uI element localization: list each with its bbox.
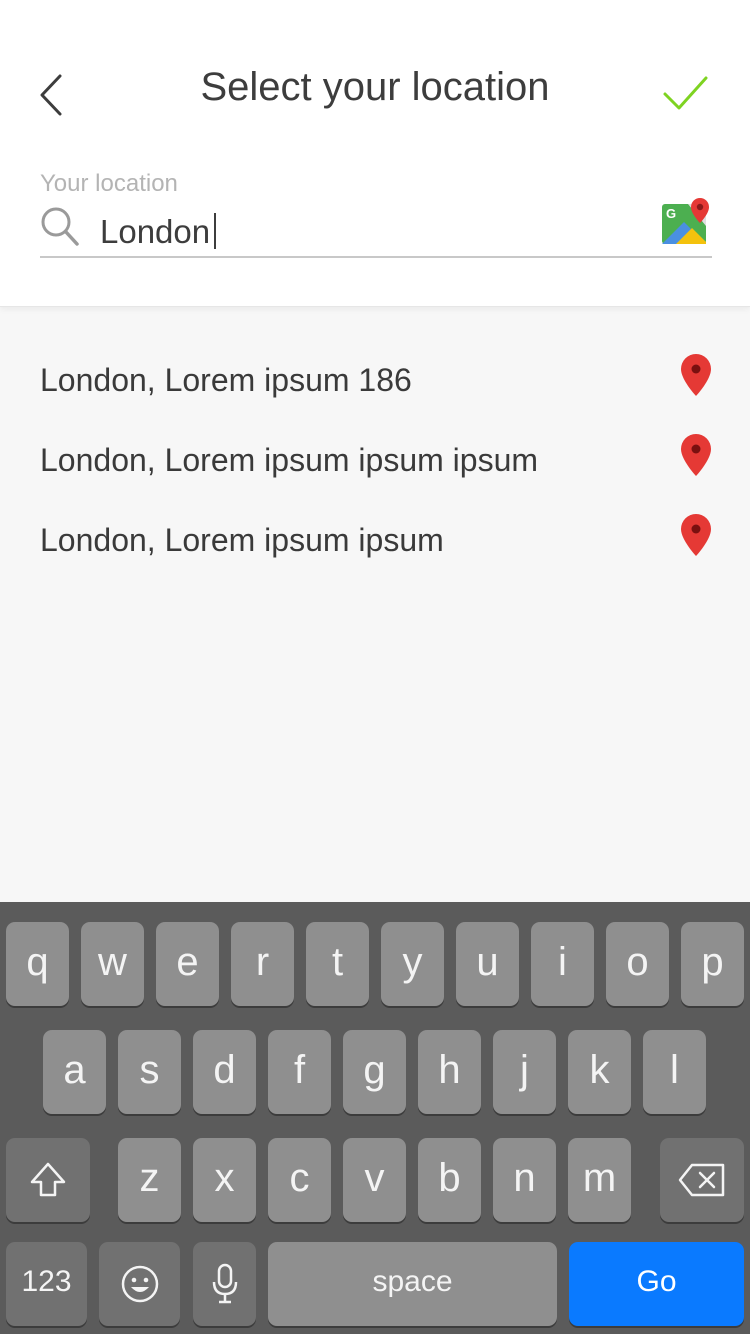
key-o[interactable]: o [606,922,669,1006]
key-n[interactable]: n [493,1138,556,1222]
key-q[interactable]: q [6,922,69,1006]
key-m[interactable]: m [568,1138,631,1222]
backspace-key[interactable] [660,1138,744,1222]
key-s[interactable]: s [118,1030,181,1114]
header: Select your location Your location Londo… [0,0,750,307]
key-y[interactable]: y [381,922,444,1006]
key-v[interactable]: v [343,1138,406,1222]
key-i[interactable]: i [531,922,594,1006]
key-h[interactable]: h [418,1030,481,1114]
key-k[interactable]: k [568,1030,631,1114]
list-item[interactable]: London, Lorem ipsum ipsum [0,500,750,580]
key-f[interactable]: f [268,1030,331,1114]
result-label: London, Lorem ipsum 186 [40,362,412,398]
key-l[interactable]: l [643,1030,706,1114]
text-caret [214,213,217,249]
checkmark-icon [663,76,708,110]
map-pin-icon [680,353,712,397]
map-pin-icon [680,513,712,557]
microphone-key[interactable] [193,1242,256,1326]
key-z[interactable]: z [118,1138,181,1222]
numbers-key[interactable]: 123 [6,1242,87,1326]
key-u[interactable]: u [456,922,519,1006]
shift-icon [30,1162,66,1197]
key-j[interactable]: j [493,1030,556,1114]
key-t[interactable]: t [306,922,369,1006]
backspace-icon [678,1163,725,1197]
result-label: London, Lorem ipsum ipsum [40,522,444,558]
key-e[interactable]: e [156,922,219,1006]
key-a[interactable]: a [43,1030,106,1114]
key-g[interactable]: g [343,1030,406,1114]
on-screen-keyboard: q w e r t y u i o p a s d f g h j k l z … [0,902,750,1334]
list-item[interactable]: London, Lorem ipsum 186 [0,340,750,420]
shift-key[interactable] [6,1138,90,1222]
space-key[interactable]: space [268,1242,557,1326]
key-c[interactable]: c [268,1138,331,1222]
key-r[interactable]: r [231,922,294,1006]
key-b[interactable]: b [418,1138,481,1222]
key-w[interactable]: w [81,922,144,1006]
microphone-icon [212,1263,237,1304]
key-x[interactable]: x [193,1138,256,1222]
key-d[interactable]: d [193,1030,256,1114]
key-p[interactable]: p [681,922,744,1006]
page-title: Select your location [200,65,550,109]
confirm-button[interactable] [660,72,710,116]
emoji-key[interactable] [99,1242,180,1326]
search-input-text: London [100,213,211,250]
go-button[interactable]: Go [569,1242,744,1326]
location-search-input[interactable]: London [100,210,217,254]
emoji-icon [121,1265,158,1303]
search-icon [40,206,80,248]
result-label: London, Lorem ipsum ipsum ipsum [40,442,539,478]
google-maps-icon[interactable]: G [662,196,712,248]
location-field-label: Your location [40,170,178,197]
location-search-field[interactable]: London G [40,198,712,258]
list-item[interactable]: London, Lorem ipsum ipsum ipsum [0,420,750,500]
svg-text:G: G [666,206,676,221]
map-pin-icon [680,433,712,477]
location-results-list: London, Lorem ipsum 186 London, Lorem ip… [0,340,750,580]
